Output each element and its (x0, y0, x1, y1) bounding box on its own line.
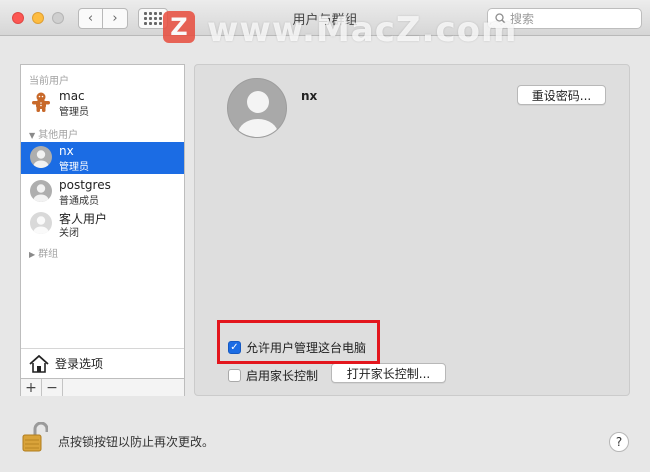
remove-user-button[interactable]: − (42, 379, 63, 396)
lock-message: 点按锁按钮以防止再次更改。 (58, 435, 215, 449)
sidebar-toolbar: + − (21, 378, 184, 396)
user-picture[interactable] (227, 78, 287, 138)
user-name: postgres (59, 178, 111, 192)
parental-controls-row[interactable]: 启用家长控制 (228, 367, 318, 384)
user-item-nx[interactable]: nx 管理员 (21, 142, 184, 174)
user-item-guest[interactable]: 客人用户 关闭 (21, 208, 184, 240)
current-users-label: 当前用户 (29, 76, 69, 87)
user-name: nx (59, 144, 74, 158)
parental-controls-checkbox[interactable] (228, 369, 241, 382)
house-icon (29, 354, 49, 373)
unlocked-padlock-icon (22, 421, 49, 452)
user-role: 管理员 (59, 162, 89, 173)
reset-password-button[interactable]: 重设密码... (517, 85, 606, 105)
watermark-text: www.MacZ.com (207, 10, 518, 50)
user-role: 管理员 (59, 107, 89, 118)
user-role: 普通成员 (59, 196, 99, 207)
add-user-button[interactable]: + (21, 379, 42, 396)
help-button[interactable]: ? (609, 432, 629, 452)
login-options-label: 登录选项 (55, 357, 104, 371)
parental-controls-label: 启用家长控制 (246, 369, 319, 383)
user-full-name: nx (301, 89, 318, 103)
user-silhouette-icon (30, 146, 52, 168)
user-item-postgres[interactable]: postgres 普通成员 (21, 176, 184, 208)
user-name: mac (59, 89, 85, 103)
user-role: 关闭 (59, 228, 79, 239)
user-item-mac[interactable]: mac 管理员 (21, 87, 184, 119)
guest-user-icon (30, 212, 52, 234)
search-input[interactable] (510, 11, 620, 26)
watermark-logo: Z (163, 11, 195, 43)
user-silhouette-icon (238, 91, 278, 137)
highlight-box (217, 320, 380, 364)
disclosure-triangle-icon[interactable]: ▶ (29, 250, 35, 259)
gingerbread-icon (30, 91, 52, 113)
other-users-label: ▼ 其他用户 (29, 130, 79, 141)
login-options-item[interactable]: 登录选项 (21, 348, 184, 378)
user-silhouette-icon (30, 180, 52, 202)
open-parental-controls-button[interactable]: 打开家长控制... (331, 363, 446, 383)
lock-button[interactable] (22, 421, 49, 452)
disclosure-triangle-icon[interactable]: ▼ (29, 131, 35, 140)
groups-label: ▶ 群组 (29, 249, 59, 260)
users-sidebar: 当前用户 mac 管理员 ▼ 其他用户 nx 管理员 postgres 普通成员 … (20, 64, 185, 396)
